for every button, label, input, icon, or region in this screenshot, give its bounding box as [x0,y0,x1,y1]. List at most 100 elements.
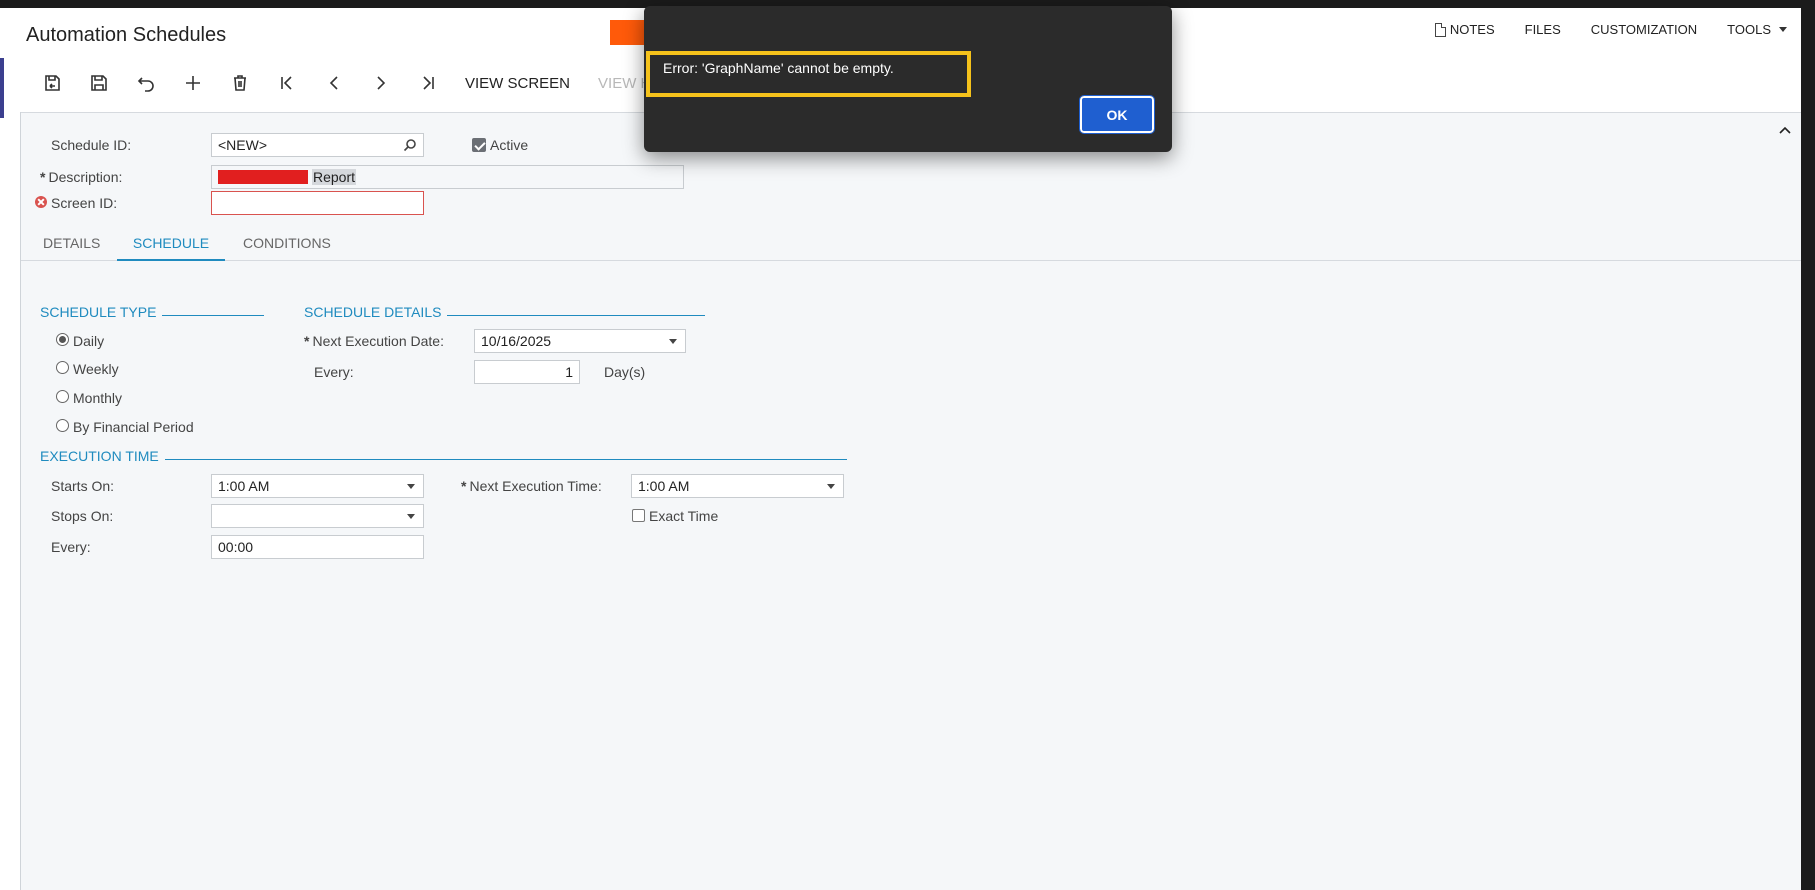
last-icon [422,76,434,90]
schedule-details-heading: SCHEDULE DETAILS [304,304,706,320]
description-value: Report [312,169,357,185]
save-close-icon [44,75,60,91]
starts-on-value: 1:00 AM [218,478,270,494]
customization-label: CUSTOMIZATION [1590,22,1698,37]
undo-icon [137,77,154,92]
collapse-button[interactable] [1779,121,1791,134]
ok-button[interactable]: OK [1079,95,1155,134]
delete-button[interactable] [216,68,263,98]
radio-weekly[interactable] [56,361,69,374]
next-record-button[interactable] [357,68,404,98]
schedule-type-heading: SCHEDULE TYPE [40,304,265,320]
next-execution-date-value: 10/16/2025 [481,333,552,349]
view-screen-button[interactable]: VIEW SCREEN [451,75,584,92]
first-icon [280,76,292,90]
next-icon [376,76,385,90]
next-execution-date-label: Next Execution Date: [312,333,444,349]
top-links: NOTES FILES CUSTOMIZATION TOOLS [1434,22,1787,37]
exact-time-label: Exact Time [649,508,719,524]
execution-time-title: EXECUTION TIME [40,448,159,464]
notes-link[interactable]: NOTES [1434,22,1495,37]
exact-time-checkbox[interactable] [632,509,645,522]
starts-on-label: Starts On: [51,478,115,494]
active-checkbox[interactable] [472,138,486,152]
radio-daily[interactable] [56,333,69,346]
error-dialog: Error: 'GraphName' cannot be empty. OK [644,6,1172,152]
description-label: Description: [48,169,123,185]
previous-icon [329,76,338,90]
customization-link[interactable]: CUSTOMIZATION [1591,22,1697,37]
required-marker: * [304,333,310,349]
undo-button[interactable] [122,68,169,98]
tab-conditions[interactable]: CONDITIONS [243,225,331,261]
every-time-field[interactable]: 00:00 [211,535,424,559]
tools-label: TOOLS [1727,22,1771,37]
add-button[interactable] [169,68,216,98]
schedule-id-field[interactable]: <NEW> [211,133,424,157]
stops-on-label: Stops On: [51,508,114,524]
execution-time-heading: EXECUTION TIME [40,448,847,464]
tab-details[interactable]: DETAILS [43,225,100,261]
save-close-button[interactable] [28,68,75,98]
redacted-block [218,170,308,184]
first-record-button[interactable] [263,68,310,98]
every-days-label: Every: [314,364,354,380]
radio-daily-label: Daily [73,333,105,349]
section-divider [164,458,847,460]
left-accent-stripe [0,58,4,118]
schedule-id-value: <NEW> [218,137,268,153]
radio-weekly-label: Weekly [73,361,119,377]
section-divider [162,314,265,316]
chevron-up-icon [1779,126,1791,134]
document-icon [1434,22,1446,37]
files-label: FILES [1524,22,1561,37]
chevron-down-icon [407,484,415,489]
last-record-button[interactable] [404,68,451,98]
error-message: Error: 'GraphName' cannot be empty. [663,60,894,76]
description-field[interactable]: Report [211,165,684,189]
notes-label: NOTES [1449,22,1495,37]
previous-record-button[interactable] [310,68,357,98]
add-icon [185,76,200,90]
delete-icon [233,75,246,91]
radio-financial-period-label: By Financial Period [73,419,194,435]
radio-monthly-label: Monthly [73,390,123,406]
save-button[interactable] [75,68,122,98]
save-icon [90,75,107,91]
tab-bar: DETAILS SCHEDULE CONDITIONS [21,225,1801,261]
schedule-details-title: SCHEDULE DETAILS [304,304,442,320]
radio-monthly[interactable] [56,390,69,403]
required-marker: * [40,169,46,185]
starts-on-field[interactable]: 1:00 AM [211,474,424,498]
page-title: Automation Schedules [26,24,227,46]
tools-menu[interactable]: TOOLS [1727,22,1787,37]
next-execution-time-label: Next Execution Time: [469,478,602,494]
chevron-down-icon [827,484,835,489]
next-execution-date-field[interactable]: 10/16/2025 [474,329,686,353]
chevron-down-icon [1779,27,1787,32]
every-days-field[interactable]: 1 [474,360,580,384]
tab-schedule[interactable]: SCHEDULE [117,225,225,261]
description-label-wrap: * Description: [40,169,122,185]
panel-border [20,112,21,890]
files-link[interactable]: FILES [1525,22,1561,37]
active-label: Active [490,137,529,153]
form-panel: Schedule ID: <NEW> Active * Description: … [21,112,1801,890]
chevron-down-icon [407,514,415,519]
next-execution-time-field[interactable]: 1:00 AM [631,474,844,498]
chevron-down-icon [669,339,677,344]
screen-id-field[interactable] [211,191,424,215]
screen-id-label: Screen ID: [51,195,118,211]
stops-on-field[interactable] [211,504,424,528]
error-icon [35,196,47,208]
schedule-type-title: SCHEDULE TYPE [40,304,157,320]
toolbar: VIEW SCREEN VIEW H [28,68,665,98]
next-execution-time-label-wrap: * Next Execution Time: [461,478,602,494]
next-execution-time-value: 1:00 AM [638,478,690,494]
schedule-id-label: Schedule ID: [51,137,132,153]
radio-financial-period[interactable] [56,419,69,432]
every-days-unit: Day(s) [604,364,646,380]
next-execution-date-label-wrap: * Next Execution Date: [304,333,444,349]
section-divider [447,314,706,316]
search-icon[interactable] [403,138,417,152]
